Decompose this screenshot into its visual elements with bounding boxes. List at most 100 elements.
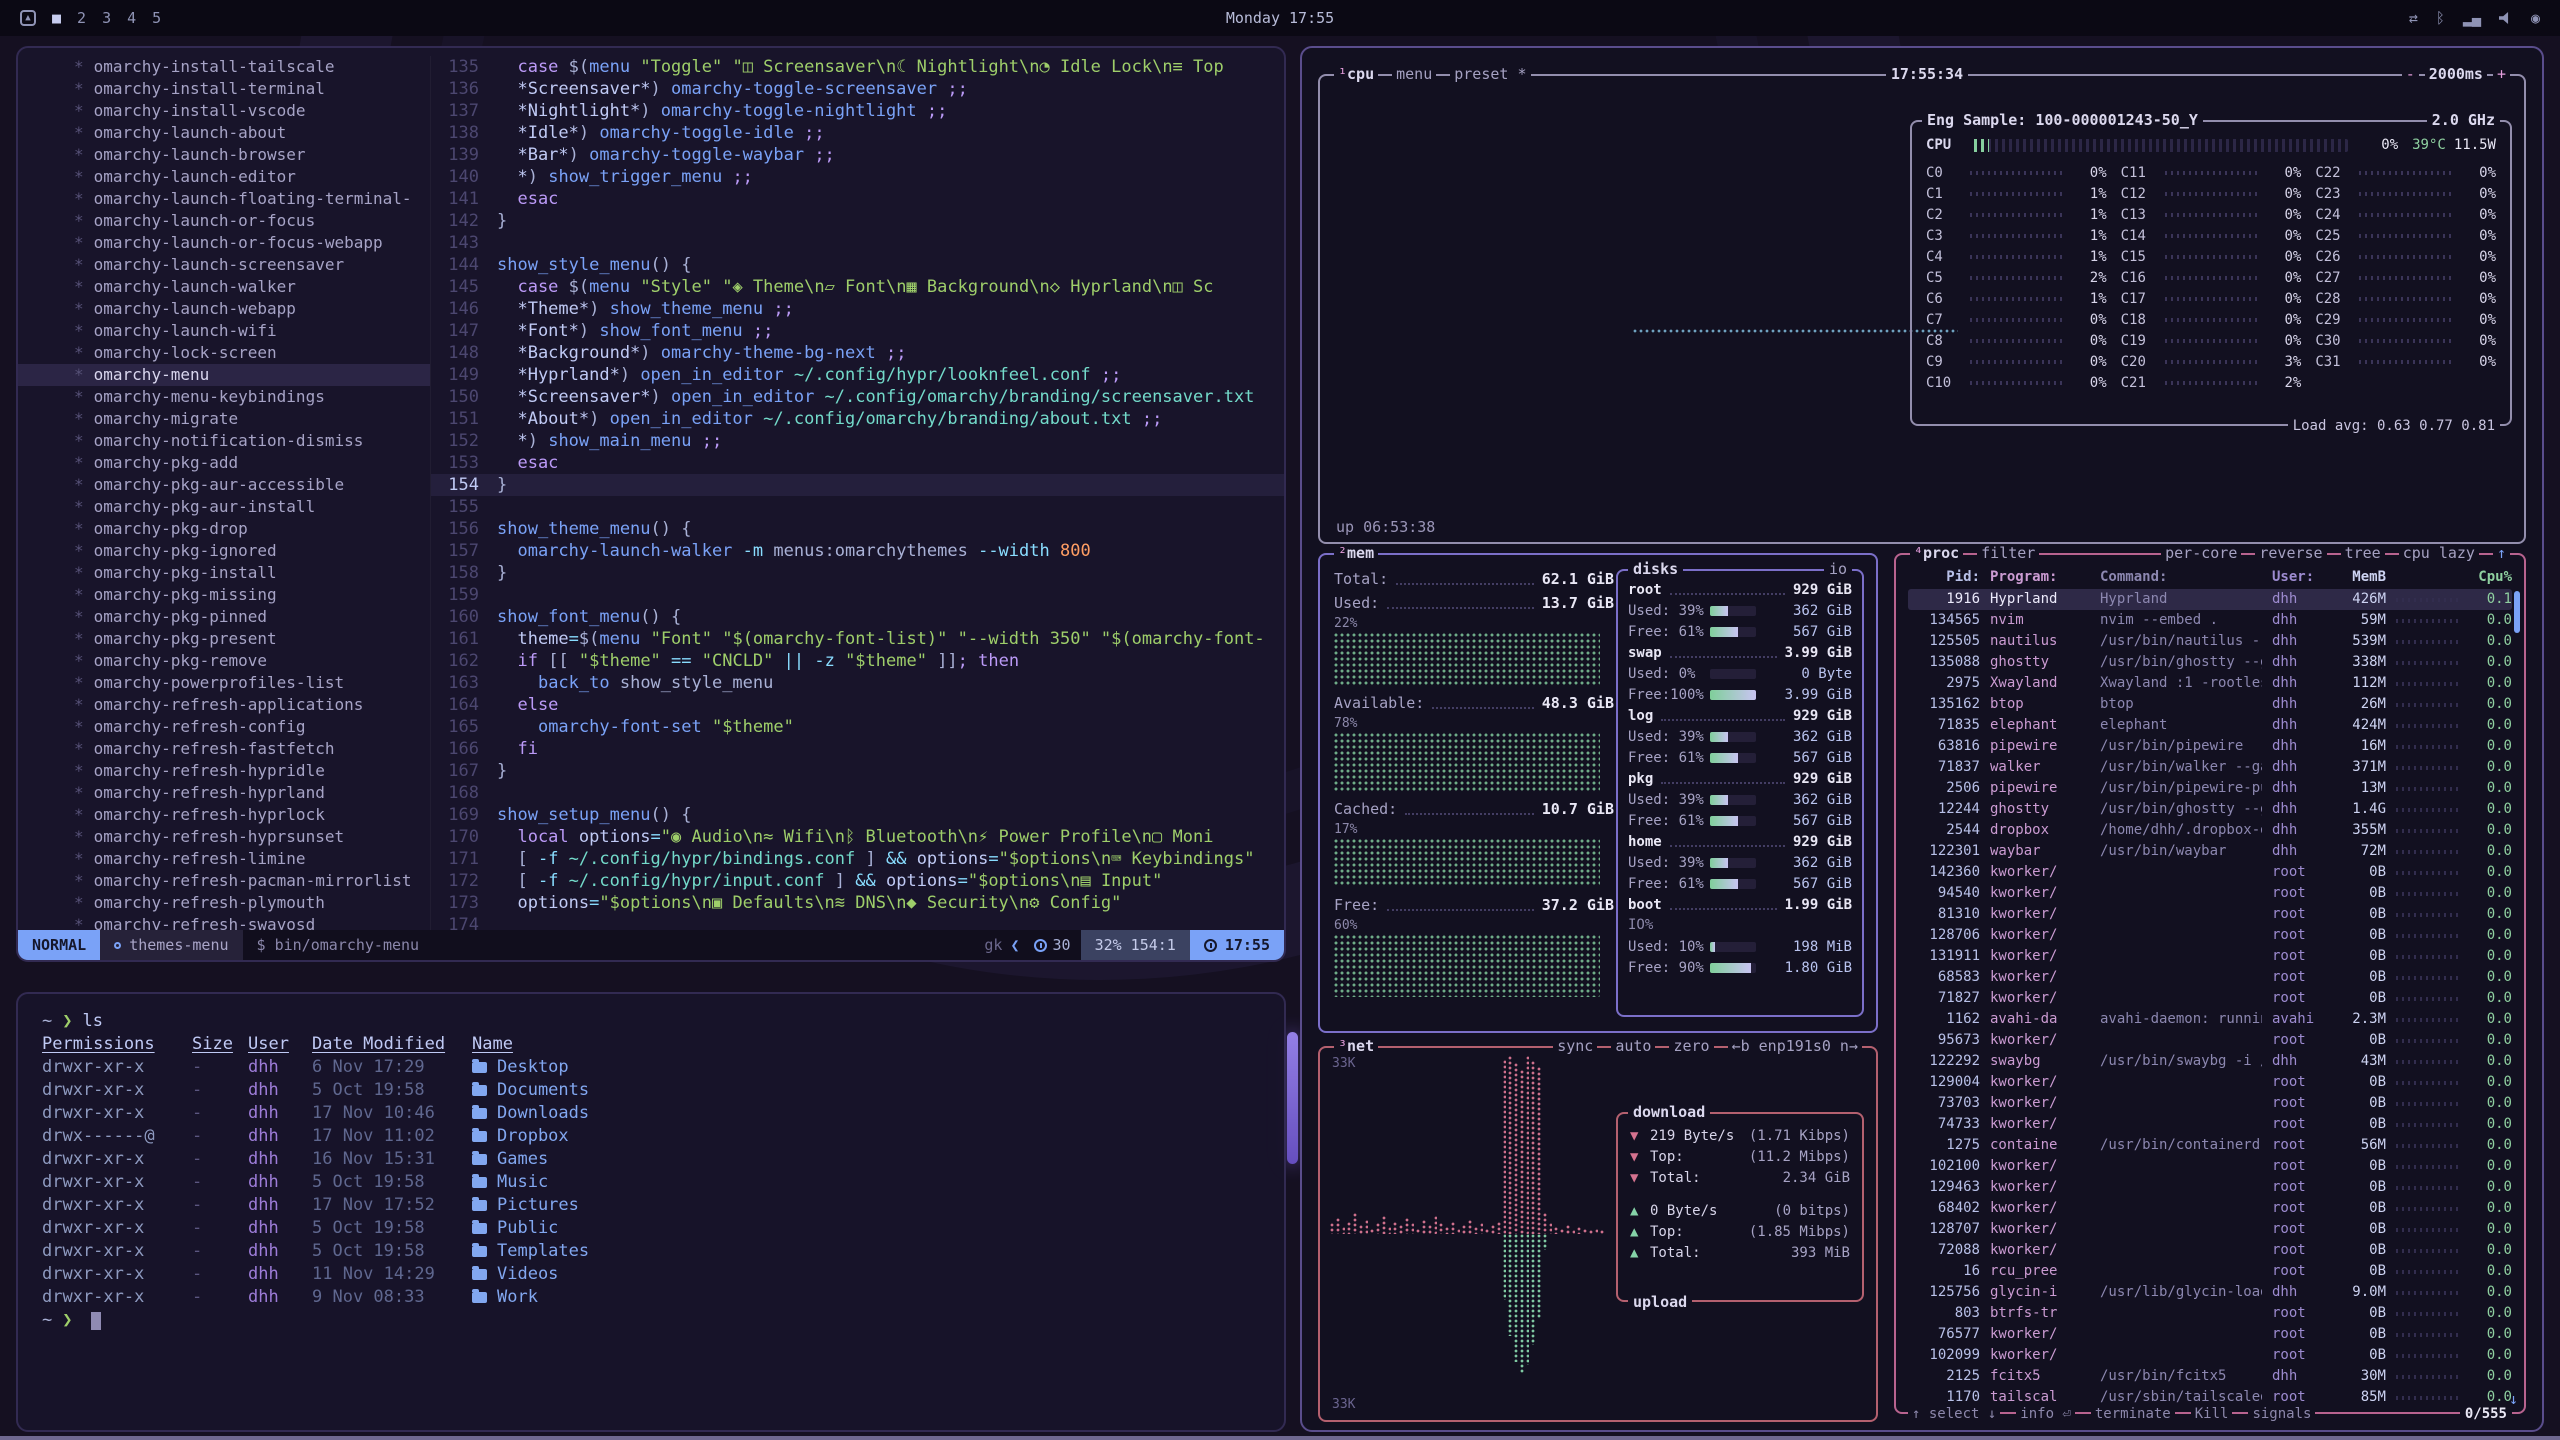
interval-decrease-button[interactable]: -: [2402, 65, 2419, 83]
per-core-toggle[interactable]: per-core: [2161, 544, 2241, 562]
file-item[interactable]: *omarchy-pkg-present: [74, 628, 430, 650]
code-pane[interactable]: 135 case $(menu "Toggle" "◫ Screensaver\…: [430, 56, 1284, 930]
io-toggle[interactable]: io: [1824, 560, 1852, 578]
interval-increase-button[interactable]: +: [2493, 65, 2510, 83]
process-row[interactable]: 2506pipewire/usr/bin/pipewire-pulsedhh13…: [1908, 778, 2512, 799]
proc-col-pid[interactable]: Pid:: [1908, 565, 1980, 589]
proc-col-memb[interactable]: MemB: [2334, 565, 2386, 589]
process-row[interactable]: 71837walker/usr/bin/walker --gappldhh371…: [1908, 757, 2512, 778]
signals-key[interactable]: signals: [2248, 1405, 2315, 1423]
info-key[interactable]: info ⏎: [2016, 1405, 2075, 1423]
proc-box-title[interactable]: ⁴proc: [1910, 544, 1963, 562]
process-row[interactable]: 135088ghostty/usr/bin/ghostty --gtk-dhh3…: [1908, 652, 2512, 673]
file-item[interactable]: *omarchy-refresh-hypridle: [74, 760, 430, 782]
process-row[interactable]: 125505nautilus/usr/bin/nautilus --newdhh…: [1908, 631, 2512, 652]
process-row[interactable]: 129463kworker/root0B0.0: [1908, 1177, 2512, 1198]
process-row[interactable]: 12244ghostty/usr/bin/ghostty --gtk-dhh1.…: [1908, 799, 2512, 820]
process-row[interactable]: 134565nvimnvim --embed .dhh59M0.0: [1908, 610, 2512, 631]
file-item[interactable]: *omarchy-pkg-install: [74, 562, 430, 584]
workspace[interactable]: 4: [127, 9, 136, 27]
process-row[interactable]: 2125fcitx5/usr/bin/fcitx5dhh30M0.0: [1908, 1366, 2512, 1387]
file-item[interactable]: *omarchy-launch-floating-terminal-: [74, 188, 430, 210]
file-item[interactable]: *omarchy-refresh-hyprsunset: [74, 826, 430, 848]
filter-button[interactable]: filter: [1977, 544, 2039, 562]
file-item[interactable]: *omarchy-pkg-pinned: [74, 606, 430, 628]
editor-window[interactable]: *omarchy-install-tailscale*omarchy-insta…: [16, 46, 1286, 962]
process-row[interactable]: 2975XwaylandXwayland :1 -rootless -dhh11…: [1908, 673, 2512, 694]
file-item[interactable]: *omarchy-refresh-hyprlock: [74, 804, 430, 826]
file-item[interactable]: *omarchy-refresh-config: [74, 716, 430, 738]
vpn-icon[interactable]: ⇄: [2409, 9, 2418, 27]
process-row[interactable]: 102099kworker/root0B0.0: [1908, 1345, 2512, 1366]
proc-col-user[interactable]: User:: [2272, 565, 2324, 589]
terminal-window[interactable]: ~ ❯ ls Permissions Size User Date Modifi…: [16, 992, 1286, 1432]
scroll-up-icon[interactable]: ↑: [2493, 544, 2510, 562]
workspace-active[interactable]: ■: [52, 9, 61, 27]
process-row[interactable]: 68583kworker/root0B0.0: [1908, 967, 2512, 988]
sort-selector[interactable]: cpu lazy: [2399, 544, 2479, 562]
terminate-key[interactable]: terminate: [2091, 1405, 2175, 1423]
process-row[interactable]: 1916HyprlandHyprlanddhh426M0.1: [1908, 589, 2512, 610]
file-item[interactable]: *omarchy-launch-about: [74, 122, 430, 144]
settings-icon[interactable]: ◉: [2531, 9, 2540, 27]
select-keys[interactable]: ↑ select ↓: [1908, 1405, 2000, 1423]
file-item[interactable]: *omarchy-powerprofiles-list: [74, 672, 430, 694]
process-row[interactable]: 63816pipewire/usr/bin/pipewiredhh16M0.0: [1908, 736, 2512, 757]
proc-col-program[interactable]: Program:: [1990, 565, 2090, 589]
workspace[interactable]: 5: [152, 9, 161, 27]
file-item[interactable]: *omarchy-refresh-fastfetch: [74, 738, 430, 760]
proc-col-cpu[interactable]: Cpu%: [2470, 565, 2512, 589]
proc-col-command[interactable]: Command:: [2100, 565, 2262, 589]
file-item[interactable]: *omarchy-refresh-applications: [74, 694, 430, 716]
file-item[interactable]: *omarchy-refresh-limine: [74, 848, 430, 870]
file-item[interactable]: *omarchy-notification-dismiss: [74, 430, 430, 452]
process-row[interactable]: 803btrfs-trroot0B0.0: [1908, 1303, 2512, 1324]
workspace[interactable]: 2: [77, 9, 86, 27]
process-row[interactable]: 1162avahi-daavahi-daemon: running [avahi…: [1908, 1009, 2512, 1030]
tree-toggle[interactable]: tree: [2341, 544, 2385, 562]
net-interface[interactable]: ←b enp191s0 n→: [1728, 1037, 1862, 1055]
kill-key[interactable]: Kill: [2191, 1405, 2233, 1423]
file-item[interactable]: *omarchy-install-vscode: [74, 100, 430, 122]
volume-icon[interactable]: [2499, 12, 2513, 24]
reverse-toggle[interactable]: reverse: [2255, 544, 2326, 562]
preset-button[interactable]: preset *: [1450, 65, 1530, 83]
file-item[interactable]: *omarchy-menu: [18, 364, 430, 386]
process-row[interactable]: 122301waybar/usr/bin/waybardhh72M0.0: [1908, 841, 2512, 862]
launcher-icon[interactable]: ▲: [20, 10, 36, 26]
process-row[interactable]: 94540kworker/root0B0.0: [1908, 883, 2512, 904]
bluetooth-icon[interactable]: ᛒ: [2436, 9, 2445, 27]
file-item[interactable]: *omarchy-pkg-aur-accessible: [74, 474, 430, 496]
process-row[interactable]: 81310kworker/root0B0.0: [1908, 904, 2512, 925]
menu-button[interactable]: menu: [1392, 65, 1436, 83]
file-item[interactable]: *omarchy-pkg-aur-install: [74, 496, 430, 518]
process-row[interactable]: 16rcu_preeroot0B0.0: [1908, 1261, 2512, 1282]
file-item[interactable]: *omarchy-refresh-hyprland: [74, 782, 430, 804]
process-row[interactable]: 73703kworker/root0B0.0: [1908, 1093, 2512, 1114]
process-row[interactable]: 71835elephantelephantdhh424M0.0: [1908, 715, 2512, 736]
process-row[interactable]: 72088kworker/root0B0.0: [1908, 1240, 2512, 1261]
file-item[interactable]: *omarchy-install-tailscale: [74, 56, 430, 78]
process-row[interactable]: 102100kworker/root0B0.0: [1908, 1156, 2512, 1177]
file-item[interactable]: *omarchy-lock-screen: [74, 342, 430, 364]
process-row[interactable]: 129004kworker/root0B0.0: [1908, 1072, 2512, 1093]
process-row[interactable]: 95673kworker/root0B0.0: [1908, 1030, 2512, 1051]
process-row[interactable]: 128706kworker/root0B0.0: [1908, 925, 2512, 946]
file-item[interactable]: *omarchy-launch-webapp: [74, 298, 430, 320]
workspace[interactable]: 3: [102, 9, 111, 27]
net-auto-button[interactable]: auto: [1611, 1037, 1655, 1055]
file-item[interactable]: *omarchy-pkg-ignored: [74, 540, 430, 562]
file-item[interactable]: *omarchy-launch-wifi: [74, 320, 430, 342]
process-row[interactable]: 68402kworker/root0B0.0: [1908, 1198, 2512, 1219]
file-item[interactable]: *omarchy-launch-browser: [74, 144, 430, 166]
process-row[interactable]: 128707kworker/root0B0.0: [1908, 1219, 2512, 1240]
process-row[interactable]: 122292swaybg/usr/bin/swaybg -i /homdhh43…: [1908, 1051, 2512, 1072]
file-item[interactable]: *omarchy-launch-or-focus-webapp: [74, 232, 430, 254]
net-zero-button[interactable]: zero: [1669, 1037, 1713, 1055]
net-box-title[interactable]: ³net: [1334, 1037, 1378, 1055]
file-tree[interactable]: *omarchy-install-tailscale*omarchy-insta…: [18, 56, 430, 930]
process-row[interactable]: 142360kworker/root0B0.0: [1908, 862, 2512, 883]
file-item[interactable]: *omarchy-install-terminal: [74, 78, 430, 100]
file-item[interactable]: *omarchy-refresh-pacman-mirrorlist: [74, 870, 430, 892]
process-row[interactable]: 74733kworker/root0B0.0: [1908, 1114, 2512, 1135]
